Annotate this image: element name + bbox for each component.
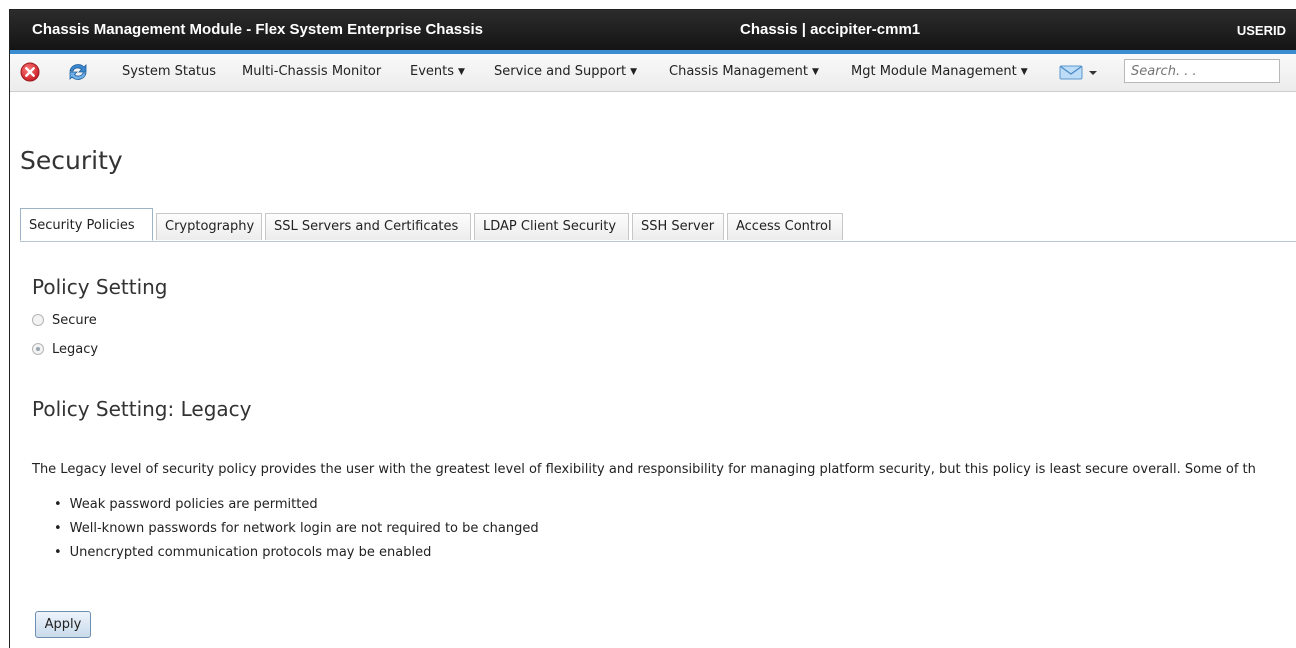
refresh-icon[interactable]: [67, 62, 87, 82]
tab-ldap-client-security[interactable]: LDAP Client Security: [474, 213, 629, 240]
mail-menu[interactable]: [1058, 63, 1108, 85]
policy-bullet-list: Weak password policies are permitted Wel…: [54, 496, 539, 568]
chevron-down-icon: ▼: [811, 67, 819, 77]
chevron-down-icon: ▼: [458, 67, 465, 77]
nav-events[interactable]: Events ▼: [410, 64, 465, 79]
close-icon[interactable]: [20, 62, 40, 82]
tab-cryptography[interactable]: Cryptography: [156, 213, 262, 240]
policy-setting-heading: Policy Setting: [32, 275, 168, 299]
chassis-title: Chassis | accipiter-cmm1: [740, 21, 921, 38]
mail-icon: [1059, 65, 1097, 80]
nav-label: Mgt Module Management: [851, 64, 1017, 79]
list-item: Weak password policies are permitted: [54, 496, 539, 520]
title-bar: Chassis Management Module - Flex System …: [10, 10, 1296, 50]
nav-chassis-management[interactable]: Chassis Management ▼: [669, 64, 819, 79]
tab-ssh-server[interactable]: SSH Server: [632, 213, 724, 240]
nav-bar: System Status Multi-Chassis Monitor Even…: [10, 54, 1296, 92]
nav-label: Service and Support: [494, 64, 627, 79]
app-title: Chassis Management Module - Flex System …: [32, 21, 483, 38]
radio-label: Legacy: [52, 342, 99, 357]
nav-multi-chassis-monitor[interactable]: Multi-Chassis Monitor: [242, 64, 381, 79]
app-window: Chassis Management Module - Flex System …: [9, 9, 1296, 648]
nav-service-and-support[interactable]: Service and Support ▼: [494, 64, 637, 79]
nav-label: Multi-Chassis Monitor: [242, 64, 382, 79]
nav-label: Events: [410, 64, 455, 79]
radio-button[interactable]: [32, 343, 44, 355]
search-input[interactable]: [1124, 59, 1280, 83]
apply-button[interactable]: Apply: [35, 611, 91, 638]
radio-secure[interactable]: Secure: [32, 313, 97, 328]
tab-access-control[interactable]: Access Control: [727, 213, 843, 240]
radio-label: Secure: [52, 313, 97, 328]
policy-detail-heading: Policy Setting: Legacy: [32, 397, 252, 421]
chevron-down-icon: ▼: [1020, 67, 1028, 77]
radio-legacy[interactable]: Legacy: [32, 342, 98, 357]
nav-system-status[interactable]: System Status: [122, 64, 216, 79]
chevron-down-icon: ▼: [630, 67, 638, 77]
nav-label: Chassis Management: [669, 64, 808, 79]
page-title: Security: [20, 146, 123, 175]
user-menu[interactable]: USERID: [1237, 23, 1286, 38]
radio-button[interactable]: [32, 314, 44, 326]
tab-security-policies[interactable]: Security Policies: [20, 208, 153, 241]
nav-label: System Status: [122, 64, 217, 79]
tab-ssl-servers-and-certificates[interactable]: SSL Servers and Certificates: [265, 213, 471, 240]
list-item: Unencrypted communication protocols may …: [54, 544, 539, 568]
policy-description: The Legacy level of security policy prov…: [32, 462, 1256, 477]
list-item: Well-known passwords for network login a…: [54, 520, 539, 544]
tab-bar: Security Policies Cryptography SSL Serve…: [20, 206, 1296, 242]
nav-mgt-module-management[interactable]: Mgt Module Management ▼: [851, 64, 1028, 79]
